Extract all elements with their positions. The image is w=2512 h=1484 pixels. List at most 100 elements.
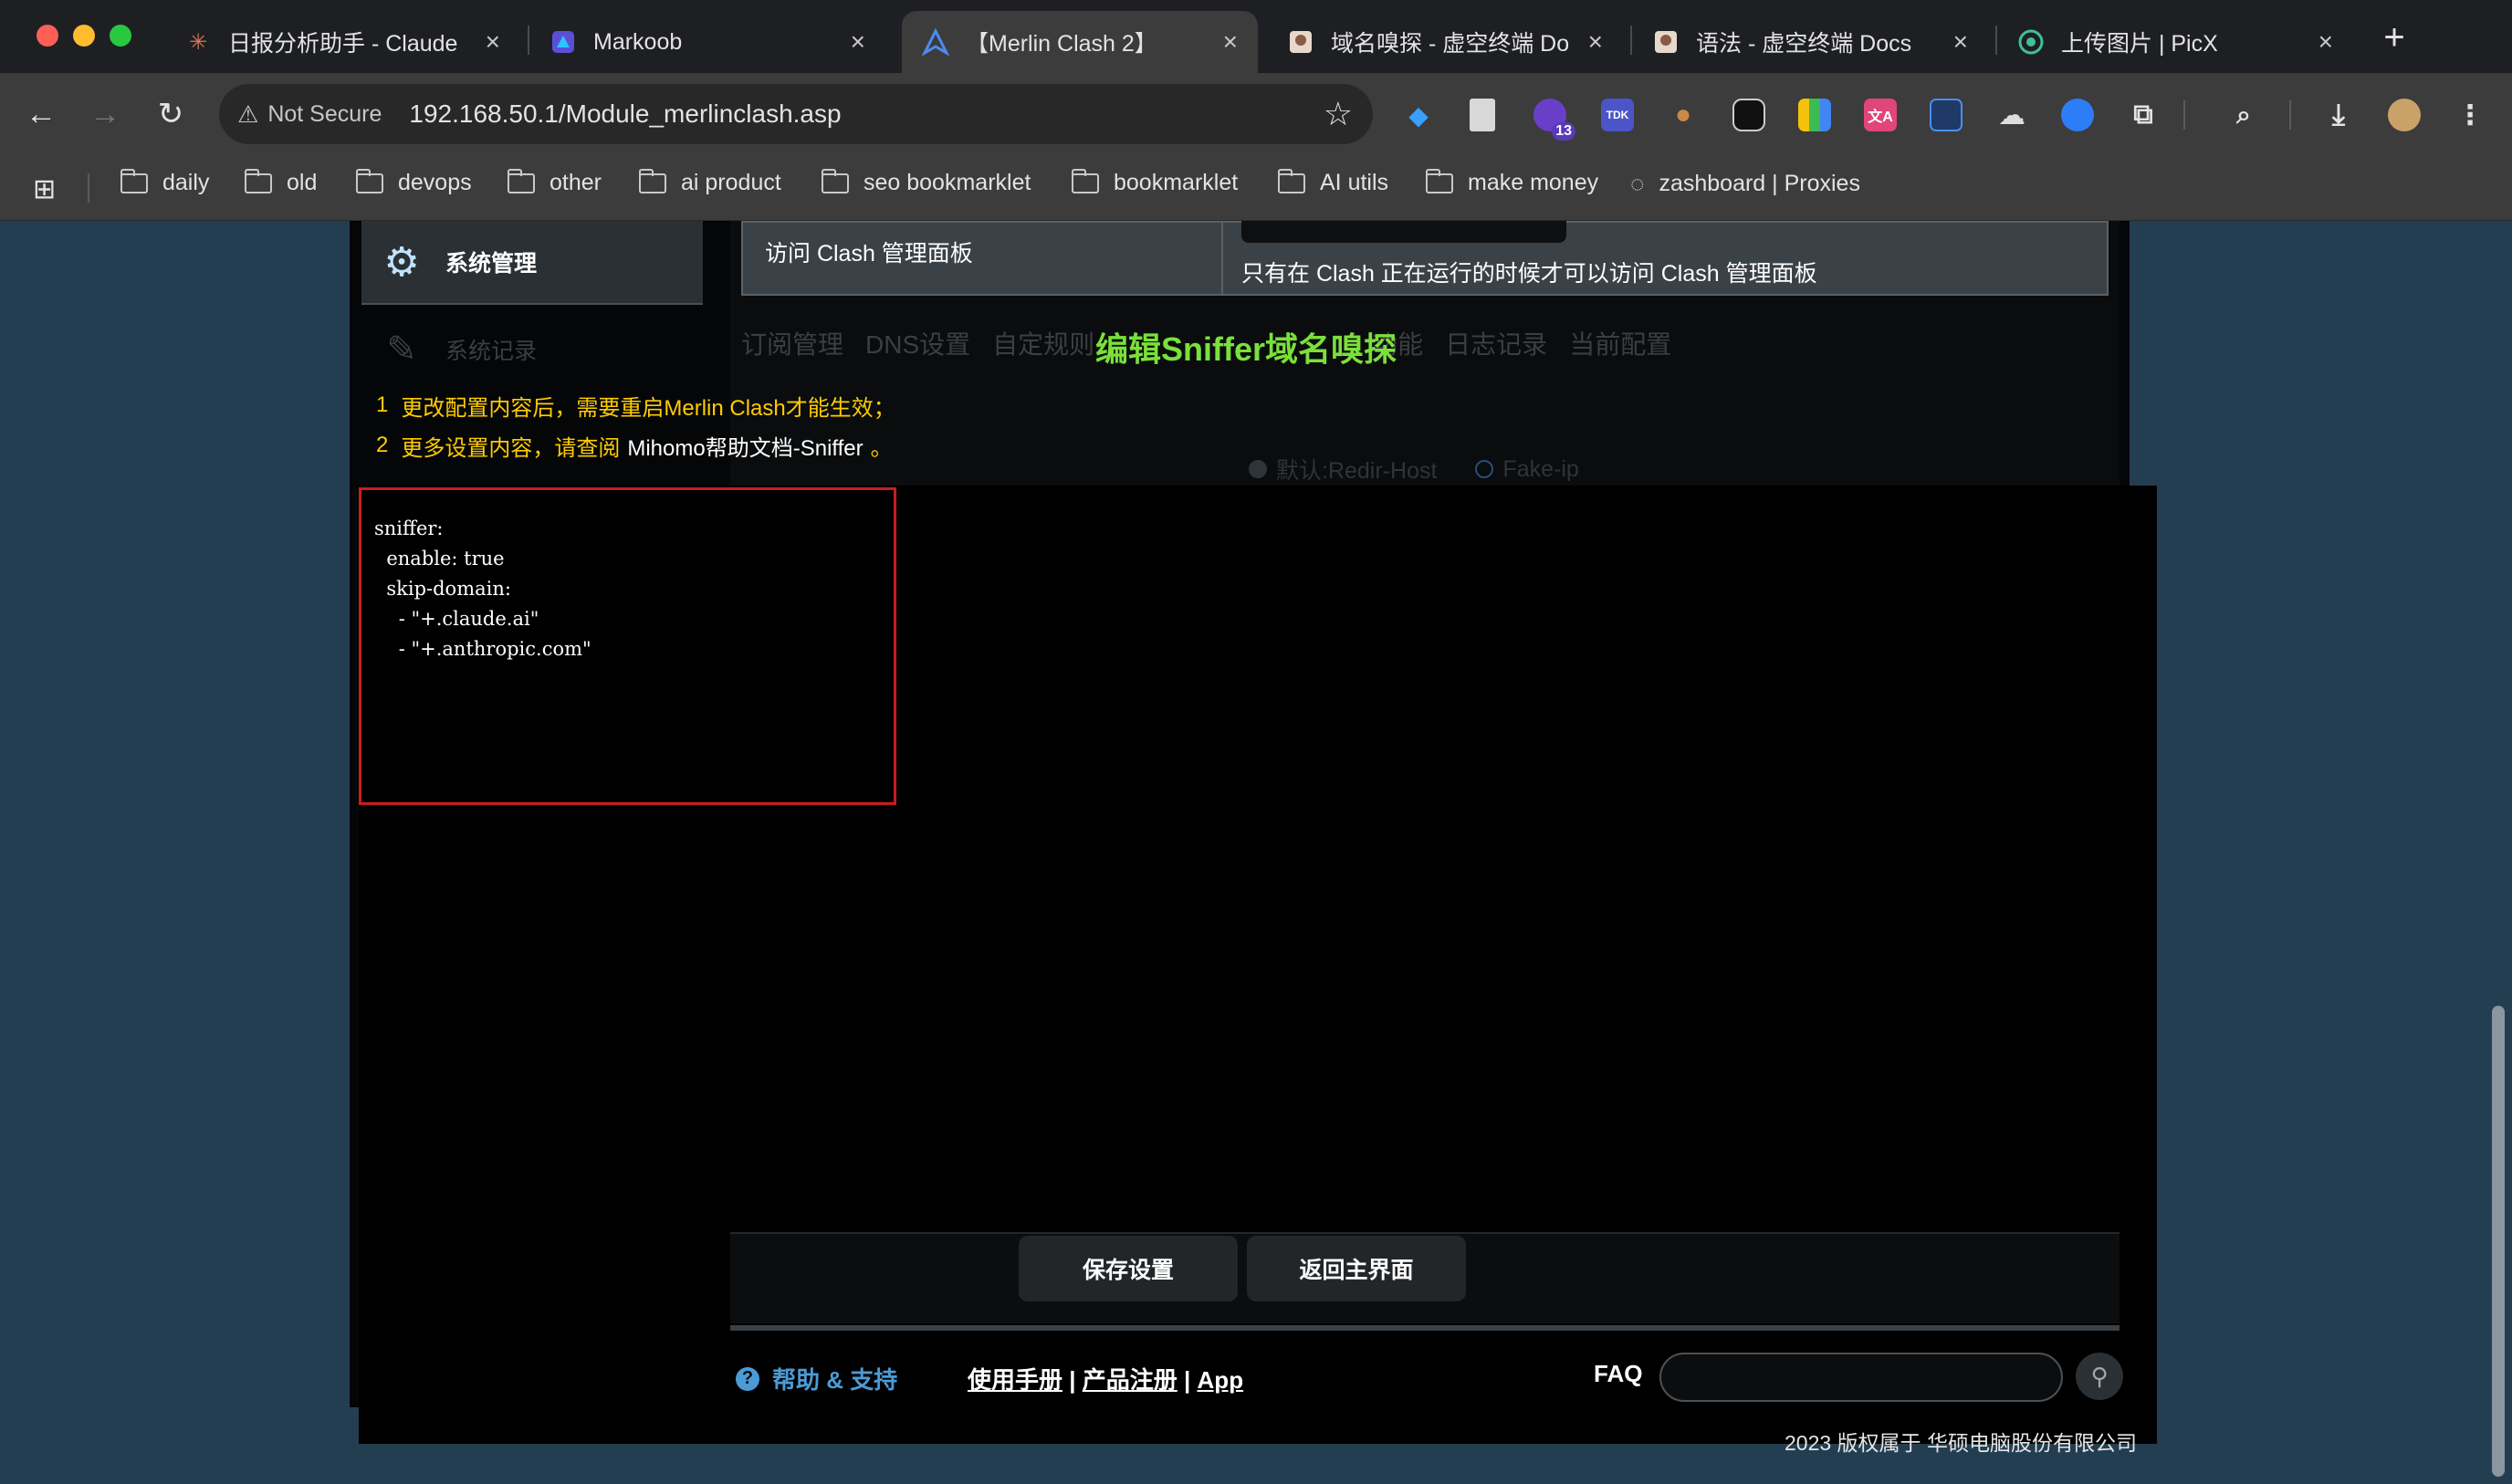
gem-extension-icon[interactable]: ◆ — [1402, 99, 1435, 131]
sniffer-title-wrap: 编辑Sniffer域名嗅探 — [730, 323, 1762, 371]
bookmark-label: daily — [162, 170, 210, 195]
tab-merlin-clash[interactable]: 【Merlin Clash 2】 × — [902, 11, 1258, 73]
bookmark-label: AI utils — [1320, 170, 1389, 195]
avatar[interactable] — [2388, 99, 2421, 131]
config-line: enable: true — [374, 548, 505, 570]
register-link[interactable]: 产品注册 — [1083, 1366, 1178, 1394]
bookmark-daily[interactable]: daily — [120, 168, 210, 196]
bookmark-label: old — [287, 170, 318, 195]
tab-sniffer-docs[interactable]: 域名嗅探 - 虚空终端 Do × — [1267, 11, 1623, 73]
tab-markoob[interactable]: Markoob × — [529, 11, 885, 73]
close-tab-icon[interactable]: × — [1588, 27, 1603, 57]
note-text: 更改配置内容后，需要重启Merlin Clash才能生效； — [401, 395, 895, 421]
close-window-button[interactable] — [37, 25, 58, 47]
tab-title: Markoob — [593, 28, 683, 55]
security-chip[interactable]: ⚠ Not Secure — [237, 100, 382, 129]
faq-search-input[interactable] — [1659, 1353, 2063, 1402]
tab-title: 【Merlin Clash 2】 — [966, 31, 1157, 57]
browser-toolbar: ← → ↻ ⚠ Not Secure 192.168.50.1/Module_m… — [0, 73, 2512, 155]
counter-extension-icon[interactable]: 13 — [1533, 99, 1575, 141]
close-tab-icon[interactable]: × — [486, 27, 500, 57]
cookie-extension-icon[interactable]: ● — [1667, 99, 1700, 131]
warning-icon: ⚠ — [237, 99, 259, 128]
tab-title: 域名嗅探 - 虚空终端 Do — [1331, 31, 1570, 57]
bookmark-star-icon[interactable]: ☆ — [1324, 95, 1353, 133]
cloud-extension-icon[interactable]: ☁ — [1995, 99, 2028, 131]
app-link[interactable]: App — [1198, 1366, 1244, 1394]
bookmark-bookmarklet[interactable]: bookmarklet — [1071, 168, 1238, 196]
address-bar[interactable]: ⚠ Not Secure 192.168.50.1/Module_merlinc… — [219, 84, 1373, 144]
bookmark-old[interactable]: old — [244, 168, 318, 196]
kebab-menu-icon[interactable]: ⋮ — [2454, 99, 2486, 131]
bookmark-ai-utils[interactable]: AI utils — [1277, 168, 1389, 196]
minimize-window-button[interactable] — [73, 25, 95, 47]
back-to-main-button[interactable]: 返回主界面 — [1247, 1236, 1466, 1301]
manual-link[interactable]: 使用手册 — [968, 1366, 1062, 1394]
tab-claude[interactable]: ✳ 日报分析助手 - Claude × — [164, 11, 520, 73]
help-label: 帮助 & 支持 — [772, 1366, 898, 1394]
mihomo-docs-link[interactable]: Mihomo帮助文档-Sniffer — [627, 430, 863, 462]
copyright: 2023 版权属于 华硕电脑股份有限公司 — [1785, 1431, 2137, 1455]
mask-extension-icon[interactable] — [1732, 99, 1765, 131]
menu-label: 系统记录 — [445, 339, 538, 364]
extension-badge: 13 — [1552, 122, 1575, 141]
bookmark-ai-product[interactable]: ai product — [638, 168, 781, 196]
link-separator: | — [1069, 1366, 1076, 1394]
close-tab-icon[interactable]: × — [851, 27, 865, 57]
note-text: 。 — [870, 435, 893, 461]
reload-button[interactable]: ↻ — [150, 93, 192, 135]
zoom-window-button[interactable] — [110, 25, 131, 47]
bookmark-label: zashboard | Proxies — [1659, 171, 1860, 196]
sniffer-config-editor[interactable]: sniffer: enable: true skip-domain: - "+.… — [359, 487, 896, 805]
folder-icon — [1277, 168, 1305, 193]
toolbar-separator — [2289, 100, 2291, 130]
close-tab-icon[interactable]: × — [2318, 27, 2333, 57]
menu-system-log[interactable]: ✎ 系统记录 — [361, 308, 703, 391]
menu-system-admin[interactable]: ⚙ 系统管理 — [361, 221, 703, 305]
search-icon[interactable]: ⚲ — [2076, 1353, 2123, 1400]
download-helper-icon[interactable] — [2061, 99, 2094, 131]
bookmark-seo-bookmarklet[interactable]: seo bookmarklet — [821, 168, 1031, 196]
folder-icon — [120, 168, 148, 193]
document-extension-icon[interactable] — [1470, 99, 1495, 131]
log-icon: ✎ — [386, 329, 417, 370]
save-button[interactable]: 保存设置 — [1019, 1236, 1238, 1301]
tab-picx[interactable]: 上传图片 | PicX × — [1997, 11, 2353, 73]
forward-button[interactable]: → — [84, 93, 126, 135]
help-support[interactable]: ? 帮助 & 支持 — [736, 1362, 897, 1395]
claude-icon: ✳ — [188, 29, 208, 55]
close-tab-icon[interactable]: × — [1953, 27, 1968, 57]
apps-grid-icon[interactable]: ⊞ — [33, 173, 56, 205]
radio-label: 默认:Redir-Host — [1276, 458, 1438, 484]
toolbar-separator — [2183, 100, 2185, 130]
folder-icon — [355, 168, 383, 193]
puzzle-extensions-icon[interactable]: ⧉ — [2127, 99, 2160, 131]
radio-redir-host[interactable] — [1249, 460, 1267, 478]
tab-search-icon[interactable]: ⌕ — [2227, 99, 2260, 131]
folder-icon — [507, 168, 535, 193]
bookmark-zashboard[interactable]: ◌ zashboard | Proxies — [1630, 170, 1860, 198]
config-line: - "+.claude.ai" — [374, 608, 539, 630]
merlin-icon — [922, 28, 949, 56]
new-tab-button[interactable]: + — [2373, 16, 2415, 58]
download-icon[interactable]: ⤓ — [2322, 98, 2355, 131]
scrollbar-thumb[interactable] — [2492, 1006, 2505, 1477]
config-line: sniffer: — [374, 517, 444, 539]
url-text[interactable]: 192.168.50.1/Module_merlinclash.asp — [409, 99, 841, 129]
tab-syntax-docs[interactable]: 语法 - 虚空终端 Docs × — [1632, 11, 1988, 73]
folder-icon — [1071, 168, 1099, 193]
bookmark-other[interactable]: other — [507, 168, 602, 196]
folder-icon — [821, 168, 849, 193]
open-dashboard-button[interactable] — [1241, 221, 1566, 243]
bookmark-make-money[interactable]: make money — [1425, 168, 1598, 196]
back-button[interactable]: ← — [20, 93, 62, 135]
translate-extension-icon[interactable]: 文A — [1864, 99, 1897, 131]
note-text: 更多设置内容，请查阅 — [401, 435, 621, 461]
close-tab-icon[interactable]: × — [1223, 27, 1238, 57]
bookmark-devops[interactable]: devops — [355, 168, 472, 196]
radio-fake-ip[interactable] — [1475, 460, 1494, 478]
crop-extension-icon[interactable] — [1930, 99, 1962, 131]
color-extension-icon[interactable] — [1798, 99, 1831, 131]
tdk-extension-icon[interactable]: TDK — [1601, 99, 1634, 131]
config-line: - "+.anthropic.com" — [374, 638, 591, 660]
